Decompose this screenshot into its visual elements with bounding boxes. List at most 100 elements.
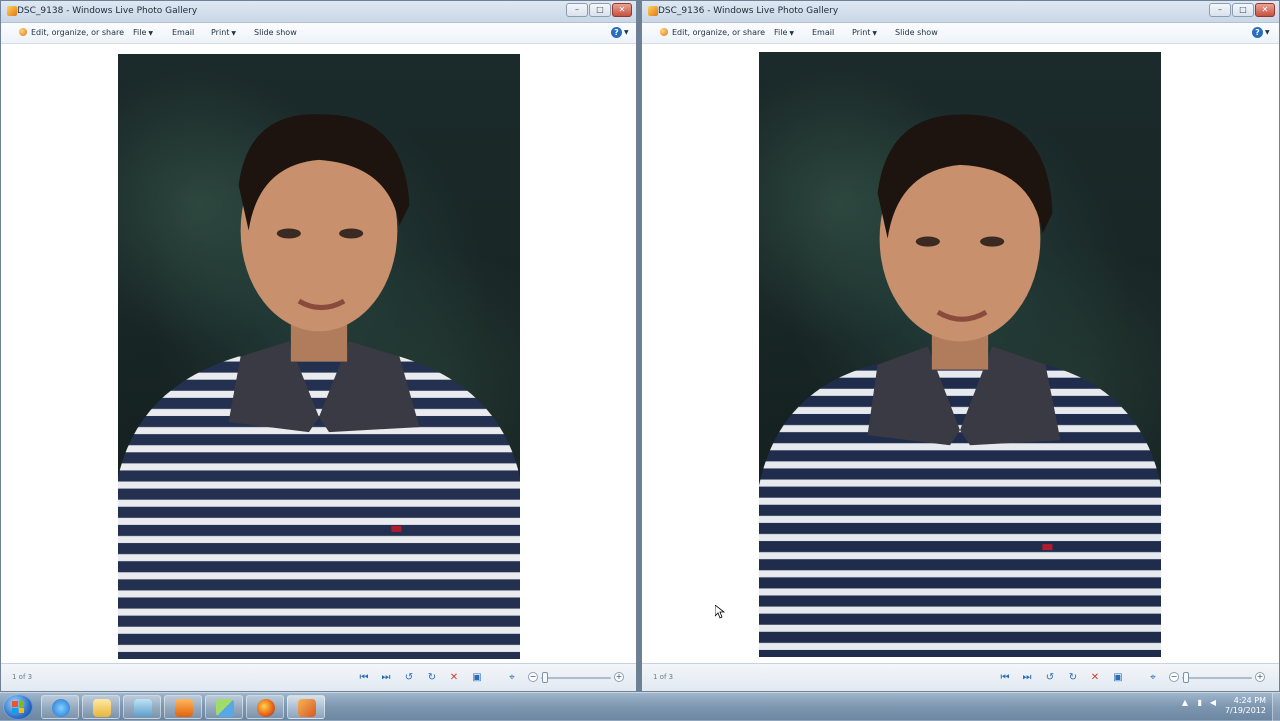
photo-counter: 1 of 3 — [12, 673, 33, 681]
slide-show-icon[interactable]: ▣ — [470, 671, 484, 685]
zoom-slider-thumb[interactable] — [542, 672, 548, 683]
window-controls: – □ ✕ — [1209, 3, 1275, 17]
chevron-down-icon[interactable]: ▼ — [1265, 29, 1270, 36]
minimize-button[interactable]: – — [1209, 3, 1231, 17]
zoom-out-icon[interactable]: − — [528, 672, 538, 682]
actual-size-icon[interactable]: ⌖ — [1146, 671, 1160, 685]
mouse-pointer-icon — [715, 605, 725, 619]
toolbar: Edit, organize, or share File ▼ Email Pri… — [1, 23, 636, 44]
photo-viewer — [1, 44, 636, 663]
slide-show-icon[interactable]: ▣ — [1111, 671, 1125, 685]
clock-date: 7/19/2012 — [1224, 706, 1266, 715]
zoom-slider-track[interactable] — [541, 677, 611, 679]
first-photo-icon[interactable]: ⏮ — [998, 671, 1012, 685]
first-photo-icon[interactable]: ⏮ — [357, 671, 371, 685]
clock-time: 4:24 PM — [1233, 696, 1266, 705]
edit-label: Edit, organize, or share — [31, 28, 125, 37]
edit-icon — [19, 28, 27, 36]
close-button[interactable]: ✕ — [1255, 3, 1275, 17]
edit-label: Edit, organize, or share — [672, 28, 766, 37]
zoom-slider-thumb[interactable] — [1183, 672, 1189, 683]
chevron-down-icon: ▼ — [231, 30, 237, 37]
rotate-left-icon[interactable]: ↺ — [402, 671, 416, 685]
email-button[interactable]: Email — [172, 28, 194, 37]
print-label: Print — [211, 28, 230, 37]
photo-gallery-app-icon — [648, 6, 658, 16]
portrait-photo — [118, 54, 520, 659]
slide-show-button[interactable]: Slide show — [895, 28, 938, 37]
next-photo-icon[interactable]: ⏭ — [1020, 671, 1034, 685]
zoom-out-icon[interactable]: − — [1169, 672, 1179, 682]
slide-show-button[interactable]: Slide show — [254, 28, 297, 37]
rotate-left-icon[interactable]: ↺ — [1043, 671, 1057, 685]
taskbar-internet-explorer[interactable] — [41, 695, 79, 719]
windows-logo-icon — [12, 701, 24, 713]
email-button[interactable]: Email — [812, 28, 834, 37]
file-menu[interactable]: File ▼ — [774, 28, 794, 37]
portrait-figure — [118, 114, 520, 659]
print-label: Print — [852, 28, 871, 37]
chevron-down-icon: ▼ — [872, 30, 878, 37]
chevron-down-icon: ▼ — [148, 30, 154, 37]
window-title: DSC_9136 - Windows Live Photo Gallery — [658, 6, 839, 16]
toolbox-icon — [298, 699, 316, 717]
file-menu[interactable]: File ▼ — [133, 28, 153, 37]
window-title: DSC_9138 - Windows Live Photo Gallery — [17, 6, 198, 16]
taskbar-media-player[interactable] — [164, 695, 202, 719]
rotate-right-icon[interactable]: ↻ — [425, 671, 439, 685]
media-player-icon — [175, 699, 193, 717]
portrait-figure — [759, 114, 1161, 657]
maximize-button[interactable]: □ — [1232, 3, 1254, 17]
status-bar: 1 of 3 ⏮ ⏭ ↺ ↻ ✕ ▣ ⌖ − + — [642, 663, 1279, 691]
taskbar-tool-app[interactable] — [287, 695, 325, 719]
rotate-right-icon[interactable]: ↻ — [1066, 671, 1080, 685]
delete-icon[interactable]: ✕ — [1088, 671, 1102, 685]
photo-counter: 1 of 3 — [653, 673, 674, 681]
help-icon[interactable]: ? — [611, 27, 622, 38]
help-icon[interactable]: ? — [1252, 27, 1263, 38]
photo-gallery-icon — [216, 699, 234, 717]
chevron-down-icon: ▼ — [789, 30, 795, 37]
taskbar-photo-gallery[interactable] — [205, 695, 243, 719]
zoom-in-icon[interactable]: + — [1255, 672, 1265, 682]
window-controls: – □ ✕ — [566, 3, 632, 17]
start-button[interactable] — [3, 694, 33, 720]
taskbar-windows-explorer[interactable] — [82, 695, 120, 719]
photo-gallery-window-right: DSC_9136 - Windows Live Photo Gallery – … — [641, 0, 1280, 692]
actual-size-icon[interactable]: ⌖ — [505, 671, 519, 685]
system-clock[interactable]: 4:24 PM 7/19/2012 — [1225, 696, 1266, 716]
maximize-button[interactable]: □ — [589, 3, 611, 17]
volume-icon[interactable]: ◀ — [1210, 698, 1216, 707]
taskbar-windows-live-messenger[interactable] — [123, 695, 161, 719]
minimize-button[interactable]: – — [566, 3, 588, 17]
title-bar[interactable]: DSC_9136 - Windows Live Photo Gallery – … — [642, 1, 1279, 23]
chevron-down-icon[interactable]: ▼ — [624, 29, 629, 36]
edit-icon — [660, 28, 668, 36]
photo-viewer — [642, 44, 1279, 663]
toolbar: Edit, organize, or share File ▼ Email Pri… — [642, 23, 1279, 44]
tray-arrow-icon[interactable]: ▲ — [1182, 698, 1188, 707]
delete-icon[interactable]: ✕ — [447, 671, 461, 685]
portrait-photo — [759, 52, 1161, 657]
title-bar[interactable]: DSC_9138 - Windows Live Photo Gallery – … — [1, 1, 636, 23]
print-menu[interactable]: Print ▼ — [211, 28, 236, 37]
status-bar: 1 of 3 ⏮ ⏭ ↺ ↻ ✕ ▣ ⌖ − + — [1, 663, 636, 691]
folder-icon — [93, 699, 111, 717]
taskbar: ▲ ▮ ◀ 4:24 PM 7/19/2012 — [0, 692, 1280, 721]
photo-gallery-window-left: DSC_9138 - Windows Live Photo Gallery – … — [0, 0, 637, 692]
close-button[interactable]: ✕ — [612, 3, 632, 17]
next-photo-icon[interactable]: ⏭ — [379, 671, 393, 685]
edit-organize-share-button[interactable]: Edit, organize, or share — [660, 28, 765, 37]
internet-explorer-icon — [52, 699, 70, 717]
network-icon[interactable]: ▮ — [1198, 698, 1202, 707]
show-desktop-button[interactable] — [1272, 693, 1280, 721]
zoom-slider-track[interactable] — [1182, 677, 1252, 679]
photo-gallery-app-icon — [7, 6, 17, 16]
firefox-icon — [257, 699, 275, 717]
messenger-icon — [134, 699, 152, 717]
zoom-in-icon[interactable]: + — [614, 672, 624, 682]
edit-organize-share-button[interactable]: Edit, organize, or share — [19, 28, 124, 37]
print-menu[interactable]: Print ▼ — [852, 28, 877, 37]
file-label: File — [133, 28, 147, 37]
taskbar-firefox[interactable] — [246, 695, 284, 719]
